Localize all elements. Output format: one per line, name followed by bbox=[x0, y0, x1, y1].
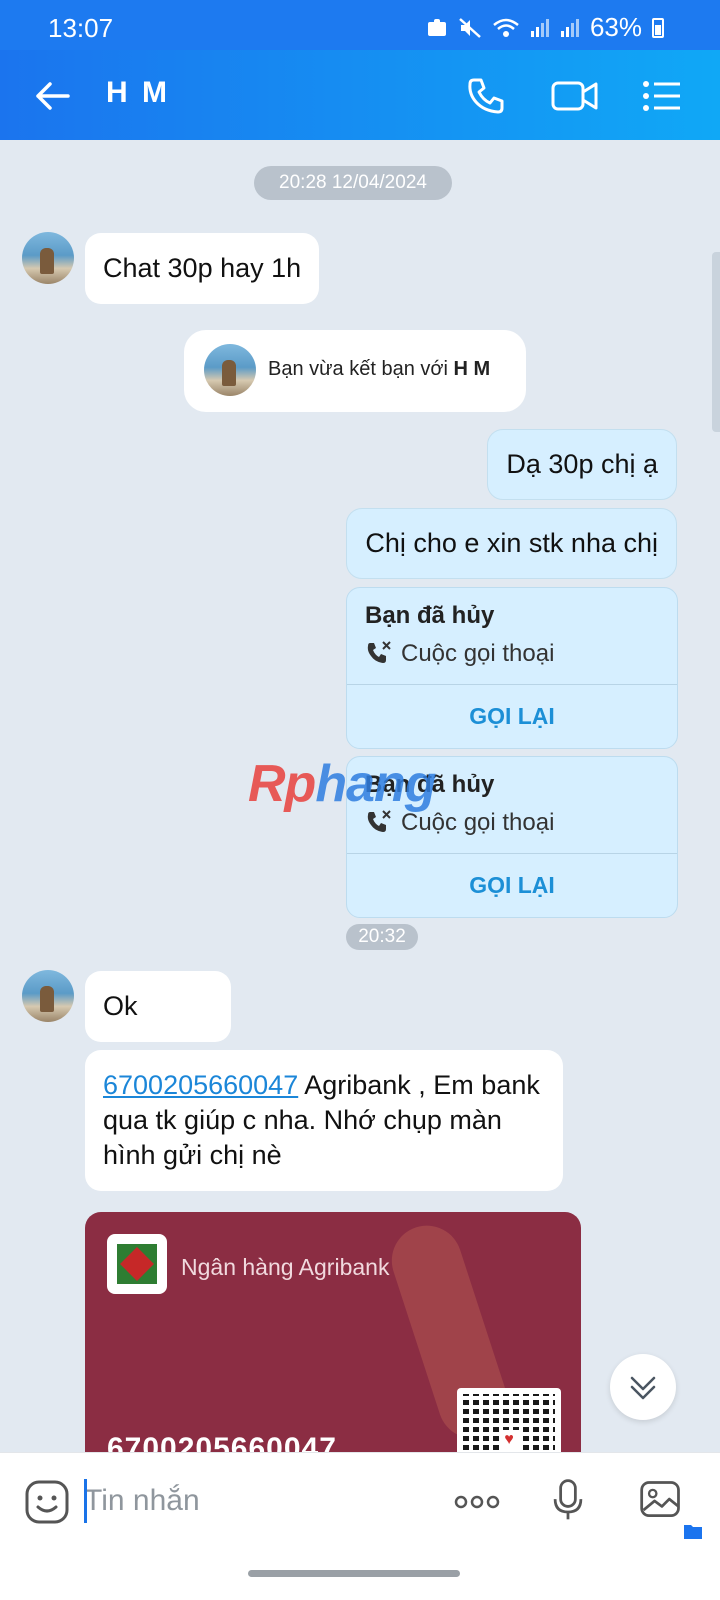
status-icons: 63% bbox=[426, 12, 664, 43]
microphone-icon[interactable] bbox=[545, 1477, 591, 1523]
contact-avatar bbox=[204, 344, 256, 396]
status-bar: 13:07 63% bbox=[0, 0, 720, 50]
back-arrow-icon[interactable] bbox=[32, 76, 72, 116]
call-type: Cuộc gọi thoại bbox=[401, 640, 555, 667]
scroll-to-bottom-button[interactable] bbox=[610, 1354, 676, 1420]
phone-call-icon[interactable] bbox=[464, 74, 508, 118]
mute-icon bbox=[459, 17, 481, 38]
watermark-logo: Rphang bbox=[248, 755, 437, 813]
call-back-button[interactable]: GỌI LẠI bbox=[347, 685, 677, 748]
chevron-double-down-icon bbox=[630, 1376, 656, 1400]
call-back-button[interactable]: GỌI LẠI bbox=[347, 854, 677, 917]
menu-list-icon[interactable] bbox=[640, 74, 684, 118]
friend-notice-text: Bạn vừa kết bạn với H M bbox=[268, 358, 490, 381]
side-drawer-handle[interactable] bbox=[712, 252, 720, 432]
system-nav-bar bbox=[0, 1552, 720, 1600]
message-input[interactable] bbox=[84, 1477, 424, 1525]
message-outgoing[interactable]: Chị cho e xin stk nha chị bbox=[346, 508, 677, 579]
signal-icon-2 bbox=[560, 18, 579, 37]
message-composer bbox=[0, 1452, 720, 1552]
more-options-icon[interactable] bbox=[452, 1479, 502, 1525]
timestamp-pill: 20:32 bbox=[346, 924, 418, 950]
message-incoming[interactable]: 6700205660047 Agribank , Em bank qua tk … bbox=[85, 1050, 563, 1191]
signal-icon bbox=[530, 18, 549, 37]
message-outgoing[interactable]: Dạ 30p chị ạ bbox=[487, 429, 677, 500]
video-call-icon[interactable] bbox=[550, 74, 600, 118]
friend-added-notice: Bạn vừa kết bạn với H M bbox=[184, 330, 526, 412]
wifi-icon bbox=[493, 18, 519, 37]
timestamp-pill: 20:28 12/04/2024 bbox=[254, 166, 452, 200]
status-time: 13:07 bbox=[48, 13, 114, 43]
account-number-link[interactable]: 6700205660047 bbox=[103, 1070, 298, 1100]
gallery-icon[interactable] bbox=[636, 1477, 686, 1523]
agribank-logo bbox=[107, 1234, 167, 1294]
bank-account-card[interactable]: Ngân hàng Agribank 6700205660047 ♥ bbox=[85, 1212, 581, 1480]
chat-header: H M bbox=[0, 50, 720, 140]
notification-icon bbox=[427, 18, 446, 36]
missed-call-icon bbox=[367, 641, 391, 663]
message-incoming[interactable]: Ok bbox=[85, 971, 231, 1042]
chat-area[interactable]: 20:28 12/04/2024 Chat 30p hay 1h Bạn vừa… bbox=[0, 140, 720, 1480]
battery-icon bbox=[652, 17, 664, 38]
friend-notice-prefix: Bạn vừa kết bạn với bbox=[268, 358, 448, 380]
contact-avatar[interactable] bbox=[22, 970, 74, 1022]
contact-name[interactable]: H M bbox=[106, 76, 170, 110]
call-status: Bạn đã hủy bbox=[365, 602, 495, 629]
bank-name: Ngân hàng Agribank bbox=[181, 1254, 390, 1280]
message-incoming[interactable]: Chat 30p hay 1h bbox=[85, 233, 320, 304]
contact-avatar[interactable] bbox=[22, 232, 74, 284]
friend-notice-name: H M bbox=[453, 358, 491, 380]
folder-badge-icon bbox=[684, 1525, 702, 1539]
home-gesture-bar[interactable] bbox=[248, 1570, 460, 1577]
call-card: Bạn đã hủy Cuộc gọi thoại GỌI LẠI bbox=[346, 587, 678, 749]
sticker-icon[interactable] bbox=[24, 1479, 70, 1525]
text-caret bbox=[84, 1479, 87, 1523]
battery-percent: 63% bbox=[589, 12, 642, 42]
